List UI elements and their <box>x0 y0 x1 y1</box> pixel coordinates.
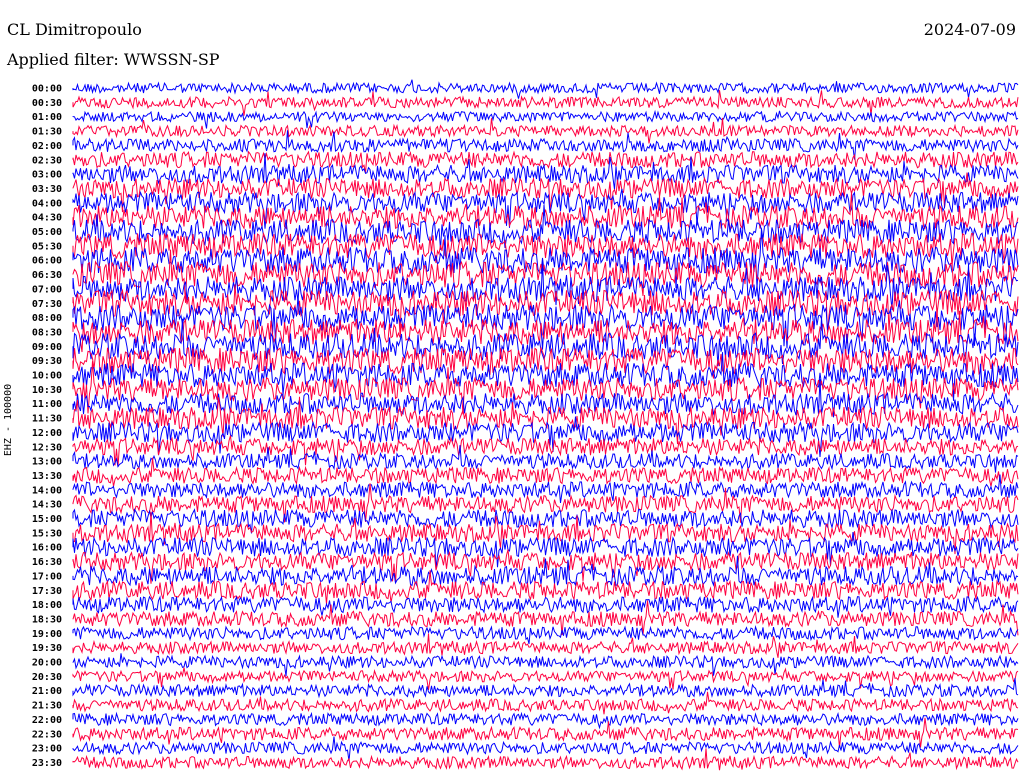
seismogram-page: CL Dimitropoulo Applied filter: WWSSN-SP… <box>0 0 1024 780</box>
row-time-label: 23:00 <box>32 744 62 755</box>
trace-line <box>72 109 1019 129</box>
row-time-label: 22:30 <box>32 729 62 740</box>
row-time-label: 14:00 <box>32 485 62 496</box>
row-time-label: 19:00 <box>32 629 62 640</box>
row-time-label: 07:30 <box>32 299 62 310</box>
row-time-label: 08:00 <box>32 313 62 324</box>
row-time-label: 12:30 <box>32 442 62 453</box>
row-time-label: 20:00 <box>32 658 62 669</box>
trace-line <box>72 711 1019 730</box>
row-time-label: 00:30 <box>32 98 62 109</box>
row-time-label: 15:30 <box>32 528 62 539</box>
row-time-label: 18:00 <box>32 600 62 611</box>
row-time-label: 23:30 <box>32 758 62 769</box>
trace-line <box>72 79 1019 99</box>
helicorder-plot: 00:00 00:30 01:00 01:30 02:00 02:30 03:00 03:30… <box>32 79 1019 771</box>
row-time-label: 09:30 <box>32 356 62 367</box>
row-time-label: 06:30 <box>32 270 62 281</box>
row-time-label: 00:00 <box>32 84 62 95</box>
row-time-label: 15:00 <box>32 514 62 525</box>
trace-line <box>72 677 1019 699</box>
row-time-label: 10:00 <box>32 371 62 382</box>
trace-line <box>72 653 1019 677</box>
row-time-label: 02:30 <box>32 155 62 166</box>
row-time-label: 04:30 <box>32 213 62 224</box>
trace-line <box>72 117 1019 144</box>
row-time-label: 05:00 <box>32 227 62 238</box>
trace-line <box>72 633 1019 658</box>
row-time-label: 08:30 <box>32 327 62 338</box>
row-time-label: 22:00 <box>32 715 62 726</box>
row-time-label: 14:30 <box>32 500 62 511</box>
row-time-label: 17:00 <box>32 571 62 582</box>
row-time-label: 17:30 <box>32 586 62 597</box>
trace-line <box>72 625 1019 645</box>
row-time-label: 12:00 <box>32 428 62 439</box>
row-time-label: 18:30 <box>32 614 62 625</box>
row-time-label: 16:30 <box>32 557 62 568</box>
row-time-label: 09:00 <box>32 342 62 353</box>
row-time-label: 10:30 <box>32 385 62 396</box>
trace-line <box>72 736 1019 762</box>
row-time-label: 20:30 <box>32 672 62 683</box>
row-time-label: 13:00 <box>32 457 62 468</box>
row-time-label: 13:30 <box>32 471 62 482</box>
row-time-label: 21:30 <box>32 701 62 712</box>
row-time-label: 03:00 <box>32 170 62 181</box>
row-time-label: 04:00 <box>32 198 62 209</box>
row-time-label: 02:00 <box>32 141 62 152</box>
row-time-label: 21:00 <box>32 686 62 697</box>
row-time-label: 19:30 <box>32 643 62 654</box>
row-time-label: 06:00 <box>32 256 62 267</box>
row-time-label: 05:30 <box>32 241 62 252</box>
trace-line <box>72 667 1019 690</box>
row-time-label: 01:30 <box>32 127 62 138</box>
row-time-label: 07:00 <box>32 284 62 295</box>
row-time-label: 03:30 <box>32 184 62 195</box>
trace-line <box>72 90 1019 116</box>
row-time-label: 16:00 <box>32 543 62 554</box>
row-time-label: 11:30 <box>32 414 62 425</box>
trace-line <box>72 691 1019 715</box>
row-time-label: 01:00 <box>32 112 62 123</box>
row-time-label: 11:00 <box>32 399 62 410</box>
